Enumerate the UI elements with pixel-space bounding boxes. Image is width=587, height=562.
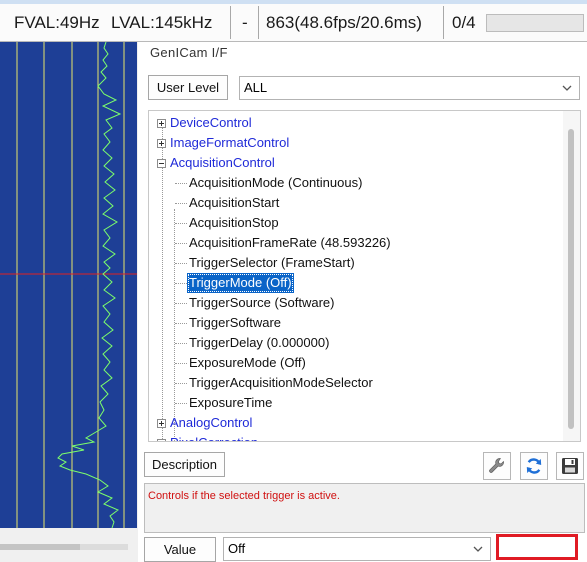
- tree-branch-line: [175, 283, 187, 284]
- tree-item-trigger-source[interactable]: TriggerSource (Software): [189, 293, 334, 313]
- fval-readout: FVAL:49Hz: [14, 13, 100, 32]
- refresh-icon: [526, 458, 542, 474]
- settings-button[interactable]: [483, 452, 511, 480]
- tree-branch-line: [175, 263, 187, 264]
- tree-category-image-format-control[interactable]: ImageFormatControl: [170, 133, 289, 153]
- description-button[interactable]: Description: [144, 452, 225, 477]
- tree-item-trigger-acquisition-mode-selector[interactable]: TriggerAcquisitionModeSelector: [189, 373, 373, 393]
- tree-item-acquisition-stop[interactable]: AcquisitionStop: [189, 213, 279, 233]
- waveform-plot: [0, 42, 137, 528]
- tree-item-exposure-mode[interactable]: ExposureMode (Off): [189, 353, 306, 373]
- value-current: Off: [228, 541, 246, 556]
- expand-icon[interactable]: [157, 119, 166, 128]
- chevron-down-icon: [473, 546, 483, 552]
- scroll-thumb[interactable]: [0, 544, 80, 550]
- tree-item-acquisition-start[interactable]: AcquisitionStart: [189, 193, 279, 213]
- tree-item-acquisition-frame-rate[interactable]: AcquisitionFrameRate (48.593226): [189, 233, 391, 253]
- tree-item-trigger-software[interactable]: TriggerSoftware: [189, 313, 281, 333]
- status-separator: [443, 6, 444, 39]
- expand-icon[interactable]: [157, 419, 166, 428]
- tree-branch-line: [175, 223, 187, 224]
- tree-branch-line: [175, 183, 187, 184]
- tree-branch-line: [175, 363, 187, 364]
- chevron-down-icon: [562, 85, 572, 91]
- user-level-button[interactable]: User Level: [148, 75, 228, 100]
- tree-branch-line: [175, 243, 187, 244]
- status-separator: [258, 6, 259, 39]
- feature-tree[interactable]: DeviceControl ImageFormatControl Acquisi…: [148, 110, 581, 442]
- tree-category-device-control[interactable]: DeviceControl: [170, 113, 252, 133]
- collapse-icon[interactable]: [157, 159, 166, 168]
- waveform-view[interactable]: [0, 42, 137, 528]
- refresh-button[interactable]: [520, 452, 548, 480]
- description-text: Controls if the selected trigger is acti…: [144, 483, 585, 533]
- tree-item-exposure-time[interactable]: ExposureTime: [189, 393, 272, 413]
- status-separator: [230, 6, 231, 39]
- expand-icon[interactable]: [157, 439, 166, 441]
- tree-item-acquisition-mode[interactable]: AcquisitionMode (Continuous): [189, 173, 362, 193]
- scroll-thumb[interactable]: [568, 129, 574, 429]
- user-level-value: ALL: [244, 80, 268, 95]
- tree-scrollbar[interactable]: [563, 111, 580, 441]
- tree-branch-line: [175, 303, 187, 304]
- tree-category-analog-control[interactable]: AnalogControl: [170, 413, 252, 433]
- waveform-scrollbar[interactable]: [0, 528, 137, 562]
- save-icon: [562, 458, 578, 474]
- value-select[interactable]: Off: [223, 537, 491, 561]
- frame-rate-readout: 863(48.6fps/20.6ms): [266, 13, 422, 32]
- value-button[interactable]: Value: [144, 537, 216, 562]
- tree-item-trigger-mode-selected[interactable]: TriggerMode (Off): [187, 273, 294, 293]
- panel-title: GenICam I/F: [150, 45, 228, 60]
- status-progress-bar: [486, 14, 584, 32]
- tree-category-pixel-correction[interactable]: PixelCorrection: [170, 433, 258, 441]
- tree-branch-line: [175, 203, 187, 204]
- status-bar: FVAL:49Hz LVAL:145kHz - 863(48.6fps/20.6…: [0, 0, 587, 42]
- tree-branch-line: [175, 343, 187, 344]
- tree-item-trigger-delay[interactable]: TriggerDelay (0.000000): [189, 333, 329, 353]
- highlight-box: [496, 534, 578, 560]
- genicam-panel: GenICam I/F User Level ALL DeviceControl…: [138, 42, 587, 562]
- tree-item-trigger-selector[interactable]: TriggerSelector (FrameStart): [189, 253, 355, 273]
- tree-guide-line: [162, 127, 163, 441]
- tree-branch-line: [175, 383, 187, 384]
- tree-branch-line: [175, 323, 187, 324]
- tree-category-acquisition-control[interactable]: AcquisitionControl: [170, 153, 275, 173]
- tree-branch-line: [175, 403, 187, 404]
- user-level-select[interactable]: ALL: [239, 76, 580, 100]
- expand-icon[interactable]: [157, 139, 166, 148]
- wrench-icon: [489, 458, 504, 473]
- buffer-count: 0/4: [452, 13, 476, 32]
- save-button[interactable]: [556, 452, 584, 480]
- lval-readout: LVAL:145kHz: [111, 13, 213, 32]
- status-dash: -: [242, 13, 248, 32]
- waveform-trace: [57, 42, 122, 528]
